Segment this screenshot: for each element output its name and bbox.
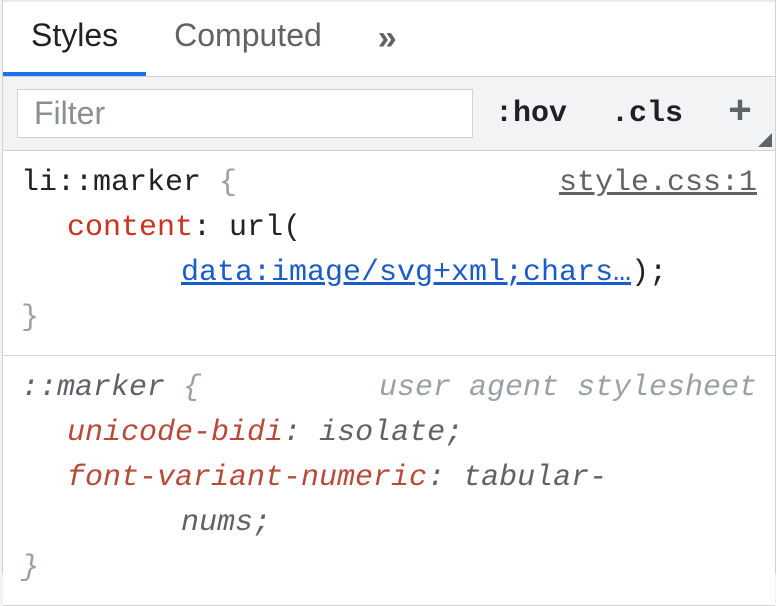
styles-list: li::marker { style.css:1 content: url( d… <box>3 151 775 606</box>
rule-source-link[interactable]: style.css:1 <box>559 161 757 206</box>
rule-header: li::marker { style.css:1 <box>21 161 757 206</box>
css-value-func: url <box>229 211 283 245</box>
close-brace: } <box>21 551 39 585</box>
filter-input[interactable] <box>17 89 473 138</box>
css-value-cont[interactable]: nums <box>181 506 253 540</box>
styles-panel: Styles Computed » :hov .cls + li::marker… <box>2 0 776 574</box>
rule-selector-line: li::marker { <box>21 161 237 206</box>
css-declaration[interactable]: content: url( <box>21 206 757 251</box>
open-brace: { <box>219 166 237 200</box>
rule-header: ::marker { user agent stylesheet <box>21 366 757 411</box>
css-property[interactable]: font-variant-numeric <box>67 461 427 495</box>
new-style-rule-button[interactable]: + <box>705 77 775 150</box>
rule-selector-line: ::marker { <box>21 366 201 411</box>
css-value-wrap: data:image/svg+xml;chars…); <box>21 251 757 296</box>
close-brace: } <box>21 301 39 335</box>
tab-more[interactable]: » <box>350 0 427 76</box>
style-rule-ua[interactable]: ::marker { user agent stylesheet unicode… <box>3 356 775 606</box>
plus-icon: + <box>728 94 752 134</box>
css-declaration[interactable]: font-variant-numeric: tabular- <box>21 456 757 501</box>
tab-styles[interactable]: Styles <box>3 0 146 76</box>
tab-computed[interactable]: Computed <box>146 0 350 76</box>
css-value[interactable]: tabular- <box>463 461 607 495</box>
hov-toggle[interactable]: :hov <box>473 77 589 150</box>
rule-selector[interactable]: li::marker <box>21 166 201 200</box>
css-declaration[interactable]: unicode-bidi: isolate; <box>21 411 757 456</box>
css-property[interactable]: unicode-bidi <box>67 416 283 450</box>
css-property[interactable]: content <box>67 211 193 245</box>
css-value[interactable]: isolate <box>319 416 445 450</box>
filter-toolbar: :hov .cls + <box>3 77 775 151</box>
open-brace: { <box>183 371 201 405</box>
rule-selector[interactable]: ::marker <box>21 371 165 405</box>
css-url-link[interactable]: data:image/svg+xml;chars… <box>181 256 631 290</box>
tab-bar: Styles Computed » <box>3 3 775 77</box>
css-value-wrap: nums; <box>21 501 757 546</box>
cls-toggle[interactable]: .cls <box>589 77 705 150</box>
ua-stylesheet-label: user agent stylesheet <box>379 366 757 411</box>
dropdown-corner-icon <box>758 133 772 147</box>
style-rule[interactable]: li::marker { style.css:1 content: url( d… <box>3 151 775 356</box>
